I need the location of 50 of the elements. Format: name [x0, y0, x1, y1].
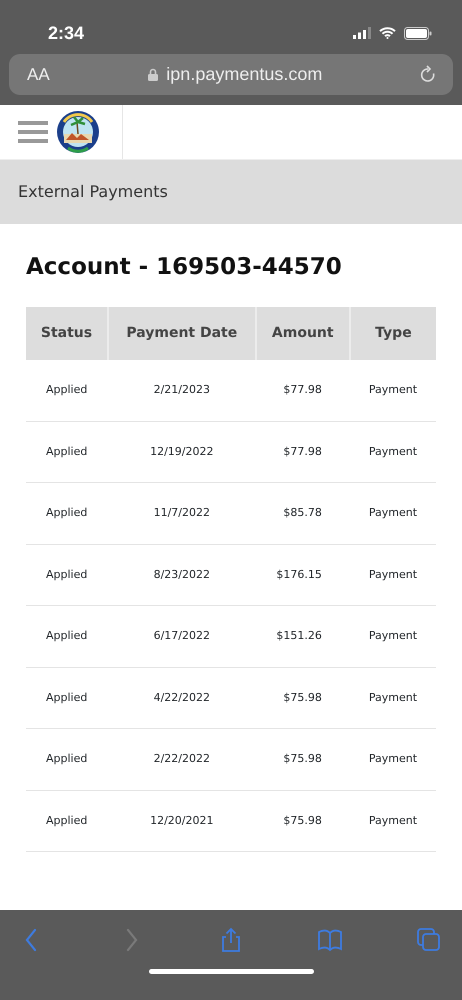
table-cell: $77.98 [283, 382, 322, 396]
table-cell: Payment [368, 568, 418, 580]
table-cell: $151.26 [276, 629, 322, 642]
clock-time: 2:34 [48, 22, 84, 44]
column-header: Payment Date [108, 306, 256, 360]
reload-icon[interactable] [419, 64, 437, 84]
table-cell: Payment [368, 506, 418, 519]
table-cell: 2/22/2022 [154, 752, 210, 765]
table-cell: 8/23/2022 [154, 568, 210, 580]
table-cell: Payment [368, 752, 418, 765]
battery-icon [404, 26, 432, 40]
table-cell: Applied [46, 752, 88, 765]
table-cell: $75.98 [283, 752, 322, 765]
table-cell: 4/22/2022 [154, 690, 210, 704]
wifi-icon [379, 27, 396, 39]
table-cell: Payment [368, 444, 418, 458]
table-cell: Applied [46, 629, 88, 642]
table-cell: Payment [368, 629, 418, 642]
signal-icon [353, 27, 371, 39]
table-cell: $75.98 [283, 690, 322, 704]
table-cell: Applied [46, 814, 88, 826]
table-cell: Payment [368, 382, 418, 396]
table-cell: Applied [46, 444, 88, 458]
table-cell: Payment [368, 690, 418, 704]
table-cell: 2/21/2023 [154, 382, 210, 396]
table-cell: Applied [46, 690, 88, 704]
table-cell: 11/7/2022 [154, 506, 210, 519]
lock-icon [148, 68, 158, 81]
column-header: Status [26, 306, 108, 360]
table-cell: 6/17/2022 [154, 629, 210, 642]
table-cell: $77.98 [283, 444, 322, 458]
table-cell: 12/20/2021 [150, 814, 214, 826]
table-cell: Applied [46, 568, 88, 580]
table-cell: Applied [46, 382, 88, 396]
tabs-icon[interactable] [416, 927, 442, 953]
page-heading: External Payments [18, 181, 168, 203]
column-header: Amount [256, 306, 350, 360]
text-size-button[interactable]: AA [25, 64, 52, 85]
table-cell: Applied [46, 506, 88, 519]
column-header: Type [350, 306, 436, 360]
table-cell: $75.98 [283, 814, 322, 826]
url-text[interactable]: ipn.paymentus.com [166, 61, 322, 88]
table-cell: 12/19/2022 [150, 444, 214, 458]
table-cell: $176.15 [276, 568, 322, 580]
menu-icon[interactable] [18, 119, 48, 145]
book-icon[interactable] [317, 927, 343, 953]
table-cell: Payment [368, 814, 418, 826]
city-seal-logo[interactable] [56, 110, 100, 154]
account-title: Account - 169503-44570 [26, 254, 342, 280]
table-cell: $85.78 [283, 506, 322, 519]
